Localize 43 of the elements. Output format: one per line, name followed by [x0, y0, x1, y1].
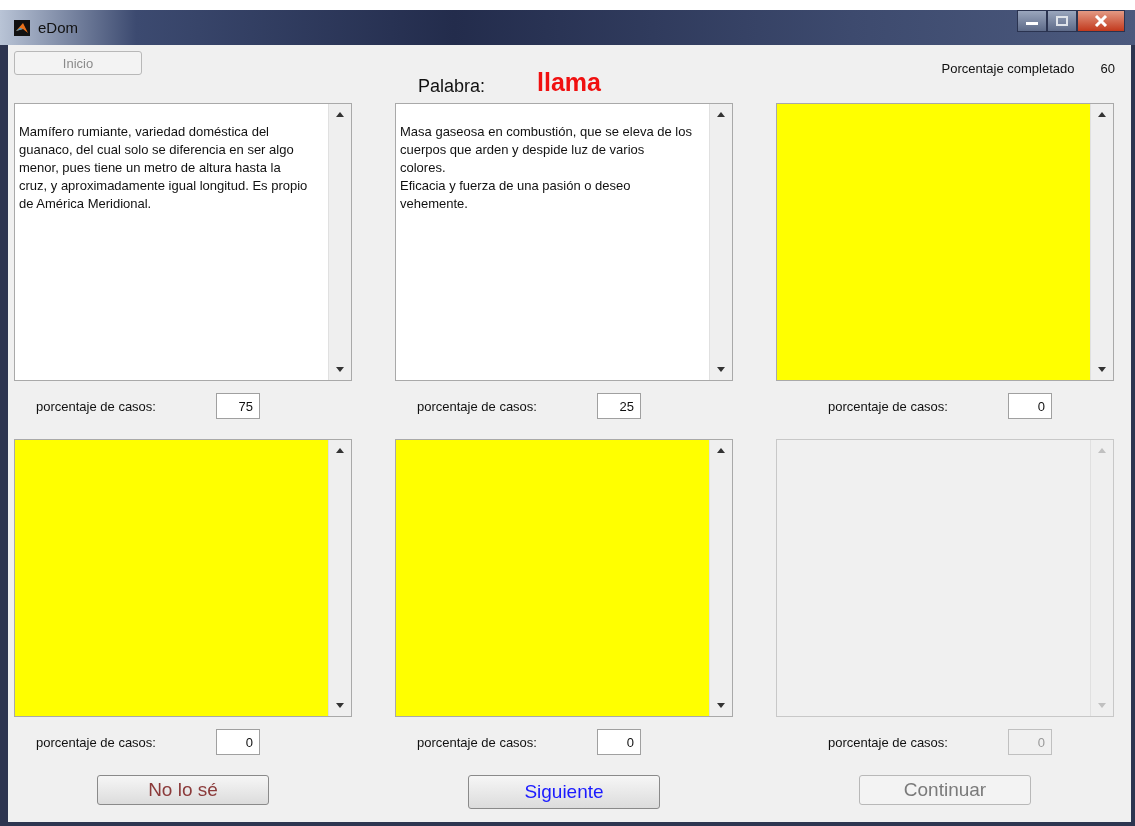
action-button[interactable]: No lo sé [97, 775, 269, 805]
case-percent-field[interactable]: 75 [216, 393, 260, 419]
case-percent-field[interactable]: 0 [216, 729, 260, 755]
app-icon [14, 19, 30, 36]
case-percent-label: porcentaje de casos: [36, 398, 156, 414]
case-percent-label: porcentaje de casos: [828, 398, 948, 414]
case-percent-label: porcentaje de casos: [828, 734, 948, 750]
window-title: eDom [38, 19, 78, 36]
definition-box[interactable]: Masa gaseosa en combustión, que se eleva de los cuerpos que arden y despide luz de varios colores. Eficacia y fuerza de una pasión o deseo vehemente. [395, 103, 733, 381]
scroll-up-icon[interactable] [717, 448, 725, 453]
scroll-up-icon[interactable] [717, 112, 725, 117]
close-icon [1094, 15, 1108, 27]
case-percent-field[interactable]: 25 [597, 393, 641, 419]
definition-text: Masa gaseosa en combustión, que se eleva de los cuerpos que arden y despide luz de varios colores. Eficacia y fuerza de una pasión o deseo vehemente. [400, 123, 692, 213]
case-percent-label: porcentaje de casos: [417, 734, 537, 750]
definition-box[interactable] [14, 103, 352, 381]
scrollbar[interactable] [328, 104, 351, 380]
progress-value: 60 [1100, 61, 1115, 78]
scroll-down-icon[interactable] [717, 703, 725, 708]
definition-text: Mamífero rumiante, variedad doméstica del guanaco, del cual solo se diferencia en ser algo menor, pues tiene un metro de altura hasta la cruz, y aproximadamente igual longitud. Es propio de América Meridional. [19, 123, 309, 213]
word-value: llama [537, 68, 601, 97]
action-button[interactable]: Siguiente [468, 775, 660, 809]
scroll-up-icon[interactable] [336, 448, 344, 453]
close-button[interactable] [1077, 10, 1125, 32]
case-percent-field[interactable]: 0 [597, 729, 641, 755]
scrollbar[interactable] [1090, 104, 1113, 380]
scroll-down-icon[interactable] [717, 367, 725, 372]
maximize-button[interactable] [1047, 10, 1077, 32]
scroll-down-icon[interactable] [336, 367, 344, 372]
scrollbar[interactable] [709, 440, 732, 716]
word-label: Palabra: [418, 76, 486, 97]
case-percent-field[interactable]: 0 [1008, 393, 1052, 419]
scrollbar[interactable] [709, 104, 732, 380]
scroll-up-icon[interactable] [336, 112, 344, 117]
scroll-down-icon[interactable] [1098, 367, 1106, 372]
case-percent-label: porcentaje de casos: [417, 398, 537, 414]
minimize-button[interactable] [1017, 10, 1047, 32]
scrollbar[interactable] [328, 440, 351, 716]
scroll-up-icon[interactable] [1098, 112, 1106, 117]
case-percent-label: porcentaje de casos: [36, 734, 156, 750]
scroll-down-icon[interactable] [336, 703, 344, 708]
progress-label: Porcentaje completado [941, 61, 1075, 78]
maximize-icon [1055, 16, 1069, 26]
